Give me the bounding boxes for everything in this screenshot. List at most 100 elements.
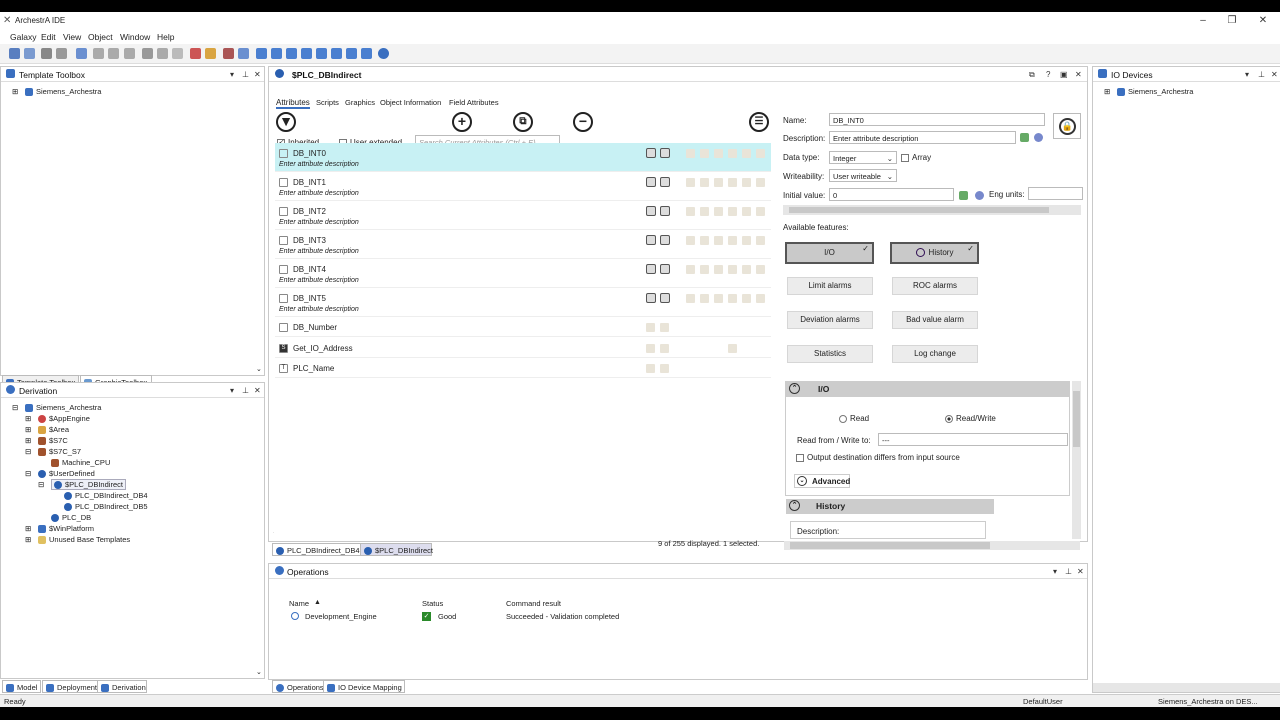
delete-icon[interactable]	[190, 48, 201, 59]
panel-dropdown-icon[interactable]: ▾	[230, 386, 234, 395]
advanced-expander[interactable]: ⌄ Advanced	[794, 474, 850, 488]
tree-item-machine-cpu[interactable]: Machine_CPU	[51, 458, 110, 468]
tree-item-plc-dbindirect-db4[interactable]: PLC_DBIndirect_DB4	[64, 491, 148, 501]
description-input[interactable]: Enter attribute description	[829, 131, 1016, 144]
eng-units-input[interactable]	[1028, 187, 1083, 200]
tab-object-information[interactable]: Object Information	[380, 98, 441, 107]
tab-graphics[interactable]: Graphics	[345, 98, 375, 107]
tree-item-winplatform[interactable]: $WinPlatform	[38, 524, 94, 534]
toolbar-icon[interactable]	[93, 48, 104, 59]
toolbar-icon[interactable]	[142, 48, 153, 59]
column-header-name[interactable]: Name	[289, 599, 309, 608]
tree-item-appengine[interactable]: $AppEngine	[38, 414, 90, 424]
feature-bad-value-alarm-button[interactable]: Bad value alarm	[892, 311, 978, 329]
toolbar-icon[interactable]	[346, 48, 357, 59]
initial-value-input[interactable]: 0	[829, 188, 954, 201]
tree-item-plc-dbindirect[interactable]: $PLC_DBIndirect	[51, 479, 126, 491]
attribute-row[interactable]: DB_INT4 Enter attribute description	[275, 259, 771, 288]
toolbar-icon[interactable]	[41, 48, 52, 59]
toolbar-icon[interactable]	[76, 48, 87, 59]
expand-icon[interactable]: ⊞	[25, 535, 31, 544]
horizontal-scrollbar[interactable]	[1093, 683, 1280, 692]
io-section-header[interactable]: ⌃ I/O	[786, 382, 1069, 397]
tab-attributes[interactable]: Attributes	[276, 98, 310, 109]
toolbar-icon[interactable]	[238, 48, 249, 59]
attribute-row[interactable]: DB_INT0 Enter attribute description	[275, 143, 771, 172]
toolbar-icon[interactable]	[172, 48, 183, 59]
attribute-row[interactable]: T PLC_Name	[275, 358, 771, 378]
menu-view[interactable]: View	[63, 32, 81, 42]
lock-open-icon[interactable]	[1020, 133, 1029, 142]
expand-icon[interactable]: ⊞	[25, 425, 31, 434]
toolbar-icon[interactable]	[301, 48, 312, 59]
panel-close-icon[interactable]: ✕	[254, 70, 261, 79]
toolbar-icon[interactable]	[331, 48, 342, 59]
history-description-field[interactable]: Description:	[790, 521, 986, 539]
panel-dropdown-icon[interactable]: ▾	[1245, 70, 1249, 79]
expand-icon[interactable]: ⊞	[25, 414, 31, 423]
attribute-row[interactable]: DB_INT2 Enter attribute description	[275, 201, 771, 230]
tab-io-device-mapping[interactable]: IO Device Mapping	[323, 680, 405, 693]
column-header-command-result[interactable]: Command result	[506, 599, 561, 608]
feature-history-button[interactable]: History ✓	[890, 242, 979, 264]
security-icon[interactable]	[1034, 133, 1043, 142]
table-row[interactable]: Development_Engine ✓ Good Succeeded - Va…	[269, 610, 1087, 622]
tree-item-area[interactable]: $Area	[38, 425, 69, 435]
scroll-down-icon[interactable]: ⌄	[256, 668, 262, 676]
duplicate-attribute-button[interactable]: ⧉	[513, 112, 533, 132]
lock-button[interactable]: 🔒	[1053, 113, 1081, 139]
save-icon[interactable]: ▣	[1060, 70, 1068, 79]
expand-icon[interactable]: ⊞	[12, 87, 18, 96]
toolbar-icon[interactable]	[124, 48, 135, 59]
toolbar-icon[interactable]	[24, 48, 35, 59]
menu-help[interactable]: Help	[157, 32, 174, 42]
toolbar-icon[interactable]	[286, 48, 297, 59]
pin-icon[interactable]: ⊥	[242, 386, 249, 395]
collapse-section-icon[interactable]: ⌃	[789, 500, 800, 511]
toolbar-icon[interactable]	[223, 48, 234, 59]
tab-model[interactable]: Model	[2, 680, 42, 693]
tree-item-s7c-s7[interactable]: $S7C_S7	[38, 447, 81, 457]
pin-icon[interactable]: ⊥	[242, 70, 249, 79]
tree-item-plc-db[interactable]: PLC_DB	[51, 513, 91, 523]
read-radio[interactable]: Read	[839, 414, 869, 423]
panel-dropdown-icon[interactable]: ▾	[230, 70, 234, 79]
vertical-scrollbar[interactable]	[1072, 381, 1081, 539]
tree-item-unused-base-templates[interactable]: Unused Base Templates	[38, 535, 130, 545]
feature-roc-alarms-button[interactable]: ROC alarms	[892, 277, 978, 295]
toolbar-icon[interactable]	[205, 48, 216, 59]
attribute-row[interactable]: DB_INT3 Enter attribute description	[275, 230, 771, 259]
list-view-button[interactable]: ☰	[749, 112, 769, 132]
read-write-radio[interactable]: Read/Write	[945, 414, 996, 423]
collapse-icon[interactable]: ⊟	[25, 447, 31, 456]
toolbar-icon[interactable]	[157, 48, 168, 59]
expand-icon[interactable]: ⊞	[25, 436, 31, 445]
tab-deployment[interactable]: Deployment	[42, 680, 102, 693]
panel-close-icon[interactable]: ✕	[254, 386, 261, 395]
attribute-row[interactable]: DB_Number	[275, 317, 771, 337]
tab-scripts[interactable]: Scripts	[316, 98, 339, 107]
read-from-input[interactable]: ---	[878, 433, 1068, 446]
attribute-row[interactable]: DB_INT1 Enter attribute description	[275, 172, 771, 201]
expand-icon[interactable]: ⊞	[1104, 87, 1110, 96]
data-type-select[interactable]: Integer ⌄	[829, 151, 897, 164]
toolbar-icon[interactable]	[271, 48, 282, 59]
maximize-button[interactable]: ❐	[1222, 15, 1242, 26]
tab-field-attributes[interactable]: Field Attributes	[449, 98, 499, 107]
tree-item-siemens[interactable]: Siemens_Archestra	[25, 87, 101, 97]
name-input[interactable]: DB_INT0	[829, 113, 1045, 126]
writeability-select[interactable]: User writeable ⌄	[829, 169, 897, 182]
restore-icon[interactable]: ⧉	[1029, 70, 1035, 80]
feature-deviation-alarms-button[interactable]: Deviation alarms	[787, 311, 873, 329]
io-tree-item-siemens[interactable]: Siemens_Archestra	[1117, 87, 1193, 97]
tree-item-siemens[interactable]: Siemens_Archestra	[25, 403, 101, 413]
add-attribute-button[interactable]: +	[452, 112, 472, 132]
feature-log-change-button[interactable]: Log change	[892, 345, 978, 363]
help-icon[interactable]: ?	[1046, 70, 1050, 79]
column-header-status[interactable]: Status	[422, 599, 443, 608]
array-checkbox[interactable]: Array	[901, 153, 931, 162]
menu-object[interactable]: Object	[88, 32, 113, 42]
minimize-button[interactable]: –	[1193, 15, 1213, 26]
tree-item-plc-dbindirect-db5[interactable]: PLC_DBIndirect_DB5	[64, 502, 148, 512]
filter-button[interactable]: ▼	[276, 112, 296, 132]
